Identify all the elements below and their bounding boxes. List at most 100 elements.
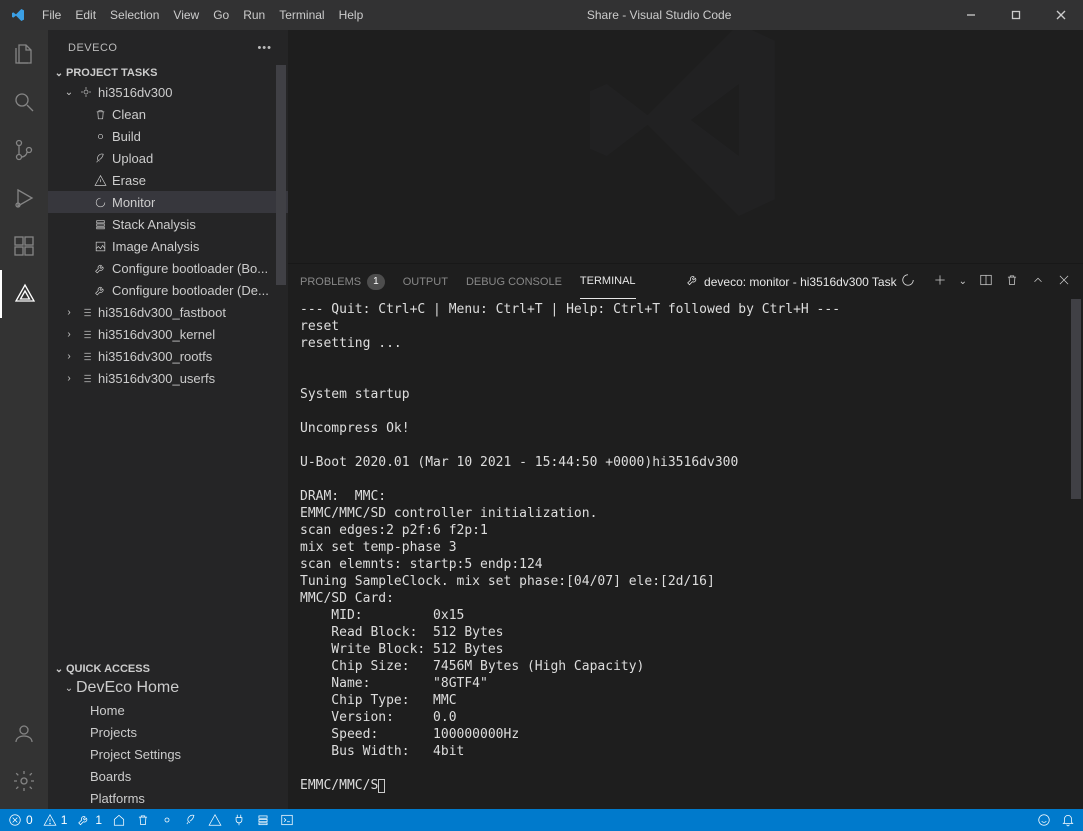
status-bell-icon[interactable] (1061, 813, 1075, 827)
chevron-down-icon: ⌄ (62, 87, 76, 98)
sidebar: DEVECO ••• ⌄ PROJECT TASKS ⌄ hi3516dv300… (48, 30, 288, 809)
task-configure-bootloader-de-[interactable]: Configure bootloader (De... (48, 279, 288, 301)
split-terminal-button[interactable] (979, 273, 993, 290)
section-project-tasks[interactable]: ⌄ PROJECT TASKS (48, 65, 288, 81)
chevron-right-icon: › (62, 329, 76, 340)
node-label: hi3516dv300_rootfs (98, 349, 212, 364)
window-controls (948, 0, 1083, 30)
list-icon (76, 350, 96, 363)
task-image-analysis[interactable]: Image Analysis (48, 235, 288, 257)
maximize-panel-button[interactable] (1031, 273, 1045, 290)
task-configure-bootloader-bo-[interactable]: Configure bootloader (Bo... (48, 257, 288, 279)
tab-terminal[interactable]: TERMINAL (580, 265, 636, 299)
qa-boards[interactable]: Boards (48, 765, 288, 787)
chevron-down-icon: ⌄ (52, 68, 66, 79)
task-upload[interactable]: Upload (48, 147, 288, 169)
tab-output-label: OUTPUT (403, 276, 448, 288)
task-label: Erase (112, 173, 146, 188)
tab-problems[interactable]: PROBLEMS 1 (300, 274, 385, 290)
menu-help[interactable]: Help (332, 8, 371, 22)
status-errors[interactable]: 0 (8, 813, 33, 827)
tools-icon (686, 273, 700, 290)
list-icon (76, 306, 96, 319)
chevron-down-icon: ⌄ (52, 664, 66, 675)
search-icon[interactable] (0, 78, 48, 126)
spin-icon (90, 196, 110, 209)
status-erase-icon[interactable] (208, 813, 222, 827)
sidebar-title-text: DEVECO (68, 42, 117, 54)
accounts-icon[interactable] (0, 709, 48, 757)
sidebar-more-icon[interactable]: ••• (257, 42, 272, 54)
close-panel-button[interactable] (1057, 273, 1071, 290)
node-hi3516dv300_userfs[interactable]: ›hi3516dv300_userfs (48, 367, 288, 389)
close-button[interactable] (1038, 0, 1083, 30)
chevron-right-icon: › (62, 307, 76, 318)
status-errors-count: 0 (26, 813, 33, 827)
tab-output[interactable]: OUTPUT (403, 276, 448, 288)
task-build[interactable]: Build (48, 125, 288, 147)
qa-platforms[interactable]: Platforms (48, 787, 288, 809)
status-rocket-icon[interactable] (184, 813, 198, 827)
status-home-icon[interactable] (112, 813, 126, 827)
terminal-task-label[interactable]: deveco: monitor - hi3516dv300 Task (686, 273, 915, 290)
titlebar: File Edit Selection View Go Run Terminal… (0, 0, 1083, 30)
tab-debug-console[interactable]: DEBUG CONSOLE (466, 276, 562, 288)
menu-view[interactable]: View (166, 8, 206, 22)
node-label: hi3516dv300_kernel (98, 327, 215, 342)
status-bar: 0 1 1 (0, 809, 1083, 831)
kill-terminal-button[interactable] (1005, 273, 1019, 290)
menu-edit[interactable]: Edit (68, 8, 103, 22)
node-hi3516dv300_rootfs[interactable]: › hi3516dv300_rootfs (48, 345, 288, 367)
tab-problems-label: PROBLEMS (300, 276, 361, 288)
loading-icon (901, 273, 915, 290)
status-build-icon[interactable] (160, 813, 174, 827)
node-hi3516dv300_fastboot[interactable]: ›hi3516dv300_fastboot (48, 301, 288, 323)
task-clean[interactable]: Clean (48, 103, 288, 125)
node-deveco-home[interactable]: ⌄ DevEco Home (48, 677, 288, 699)
qa-home[interactable]: Home (48, 699, 288, 721)
terminal-scrollbar[interactable] (1069, 299, 1083, 809)
minimize-button[interactable] (948, 0, 993, 30)
status-trash-icon[interactable] (136, 813, 150, 827)
terminal-output[interactable]: --- Quit: Ctrl+C | Menu: Ctrl+T | Help: … (288, 299, 1083, 809)
chevron-right-icon: › (62, 351, 76, 362)
node-root[interactable]: ⌄ hi3516dv300 (48, 81, 288, 103)
new-terminal-button[interactable] (933, 273, 947, 290)
section-project-tasks-label: PROJECT TASKS (66, 67, 157, 79)
menu-selection[interactable]: Selection (103, 8, 166, 22)
section-quick-access[interactable]: ⌄ QUICK ACCESS (48, 661, 288, 677)
list-icon (76, 328, 96, 341)
task-label: Monitor (112, 195, 155, 210)
status-warnings[interactable]: 1 (43, 813, 68, 827)
menu-terminal[interactable]: Terminal (272, 8, 331, 22)
status-tools[interactable]: 1 (77, 813, 102, 827)
menu-bar: File Edit Selection View Go Run Terminal… (35, 8, 370, 22)
status-terminal-icon[interactable] (280, 813, 294, 827)
task-stack-analysis[interactable]: Stack Analysis (48, 213, 288, 235)
activity-bar (0, 30, 48, 809)
status-stack-icon[interactable] (256, 813, 270, 827)
source-control-icon[interactable] (0, 126, 48, 174)
task-erase[interactable]: Erase (48, 169, 288, 191)
menu-file[interactable]: File (35, 8, 68, 22)
status-tools-count: 1 (95, 813, 102, 827)
settings-gear-icon[interactable] (0, 757, 48, 805)
sidebar-title: DEVECO ••• (48, 30, 288, 65)
extensions-icon[interactable] (0, 222, 48, 270)
terminal-dropdown-icon[interactable]: ⌄ (959, 276, 967, 287)
status-plug-icon[interactable] (232, 813, 246, 827)
deveco-icon[interactable] (0, 270, 48, 318)
task-label: Configure bootloader (De... (112, 283, 269, 298)
tools-icon (90, 262, 110, 275)
task-monitor[interactable]: Monitor (48, 191, 288, 213)
run-debug-icon[interactable] (0, 174, 48, 222)
sidebar-scrollbar[interactable] (274, 65, 288, 660)
menu-go[interactable]: Go (206, 8, 236, 22)
qa-projects[interactable]: Projects (48, 721, 288, 743)
node-hi3516dv300_kernel[interactable]: › hi3516dv300_kernel (48, 323, 288, 345)
menu-run[interactable]: Run (236, 8, 272, 22)
qa-project-settings[interactable]: Project Settings (48, 743, 288, 765)
status-feedback-icon[interactable] (1037, 813, 1051, 827)
explorer-icon[interactable] (0, 30, 48, 78)
maximize-button[interactable] (993, 0, 1038, 30)
